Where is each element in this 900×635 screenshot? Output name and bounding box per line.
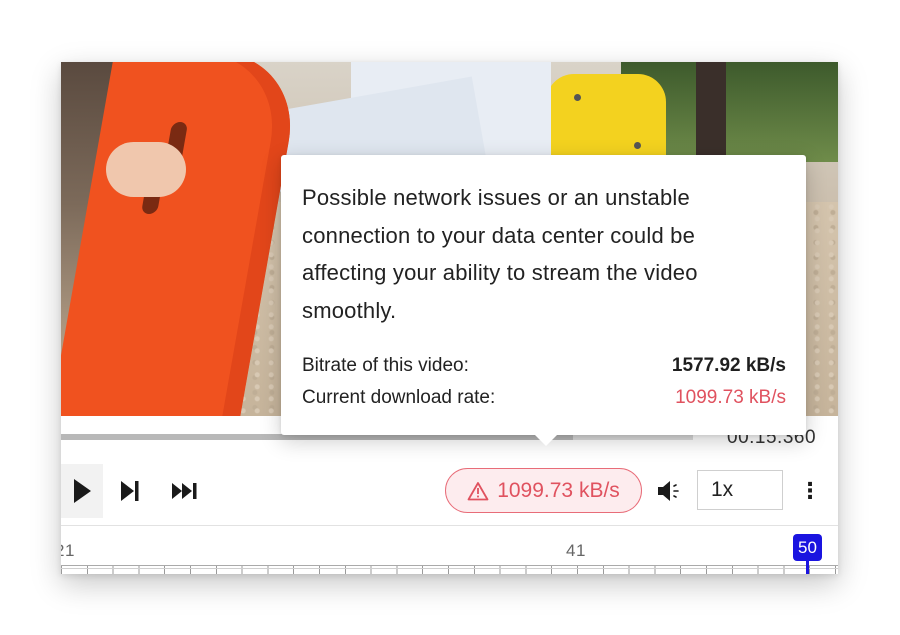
download-rate-text: 1099.73 kB/s <box>497 478 620 502</box>
download-rate-value: 1099.73 kB/s <box>675 387 786 408</box>
warning-triangle-icon <box>467 481 489 500</box>
skip-next-icon <box>121 481 139 501</box>
timeline-marker[interactable]: 50 <box>793 534 822 561</box>
play-button[interactable] <box>61 464 103 518</box>
video-child-hand <box>106 142 186 197</box>
bitrate-row: Bitrate of this video: 1577.92 kB/s <box>302 355 786 377</box>
download-rate-row: Current download rate: 1099.73 kB/s <box>302 387 786 409</box>
control-bar: 1099.73 kB/s 1x ⋮ <box>61 460 838 526</box>
download-rate-label: Current download rate: <box>302 387 496 408</box>
more-options-button[interactable]: ⋮ <box>799 472 821 510</box>
tooltip-message: Possible network issues or an unstable c… <box>302 185 698 323</box>
timeline-ticks <box>61 565 838 574</box>
bitrate-label: Bitrate of this video: <box>302 355 469 376</box>
playback-speed-select[interactable]: 1x <box>697 470 783 510</box>
network-warning-tooltip: Possible network issues or an unstable c… <box>281 155 806 446</box>
timeline-marker-line <box>806 561 809 574</box>
next-frame-button[interactable] <box>115 472 145 510</box>
fast-forward-button[interactable] <box>167 472 203 510</box>
bitrate-value: 1577.92 kB/s <box>671 355 786 376</box>
download-rate-badge[interactable]: 1099.73 kB/s <box>445 468 642 513</box>
timeline-marker-label: 50 <box>798 537 817 557</box>
volume-icon <box>658 481 679 501</box>
fast-forward-icon <box>172 483 197 499</box>
timeline-label: 41 <box>566 541 586 560</box>
timeline[interactable]: 21 41 50 <box>61 526 838 574</box>
more-vertical-icon: ⋮ <box>799 478 821 503</box>
playback-speed-value: 1x <box>711 478 734 501</box>
timeline-label: 21 <box>61 541 75 560</box>
play-icon <box>74 479 91 503</box>
volume-button[interactable] <box>655 472 685 510</box>
